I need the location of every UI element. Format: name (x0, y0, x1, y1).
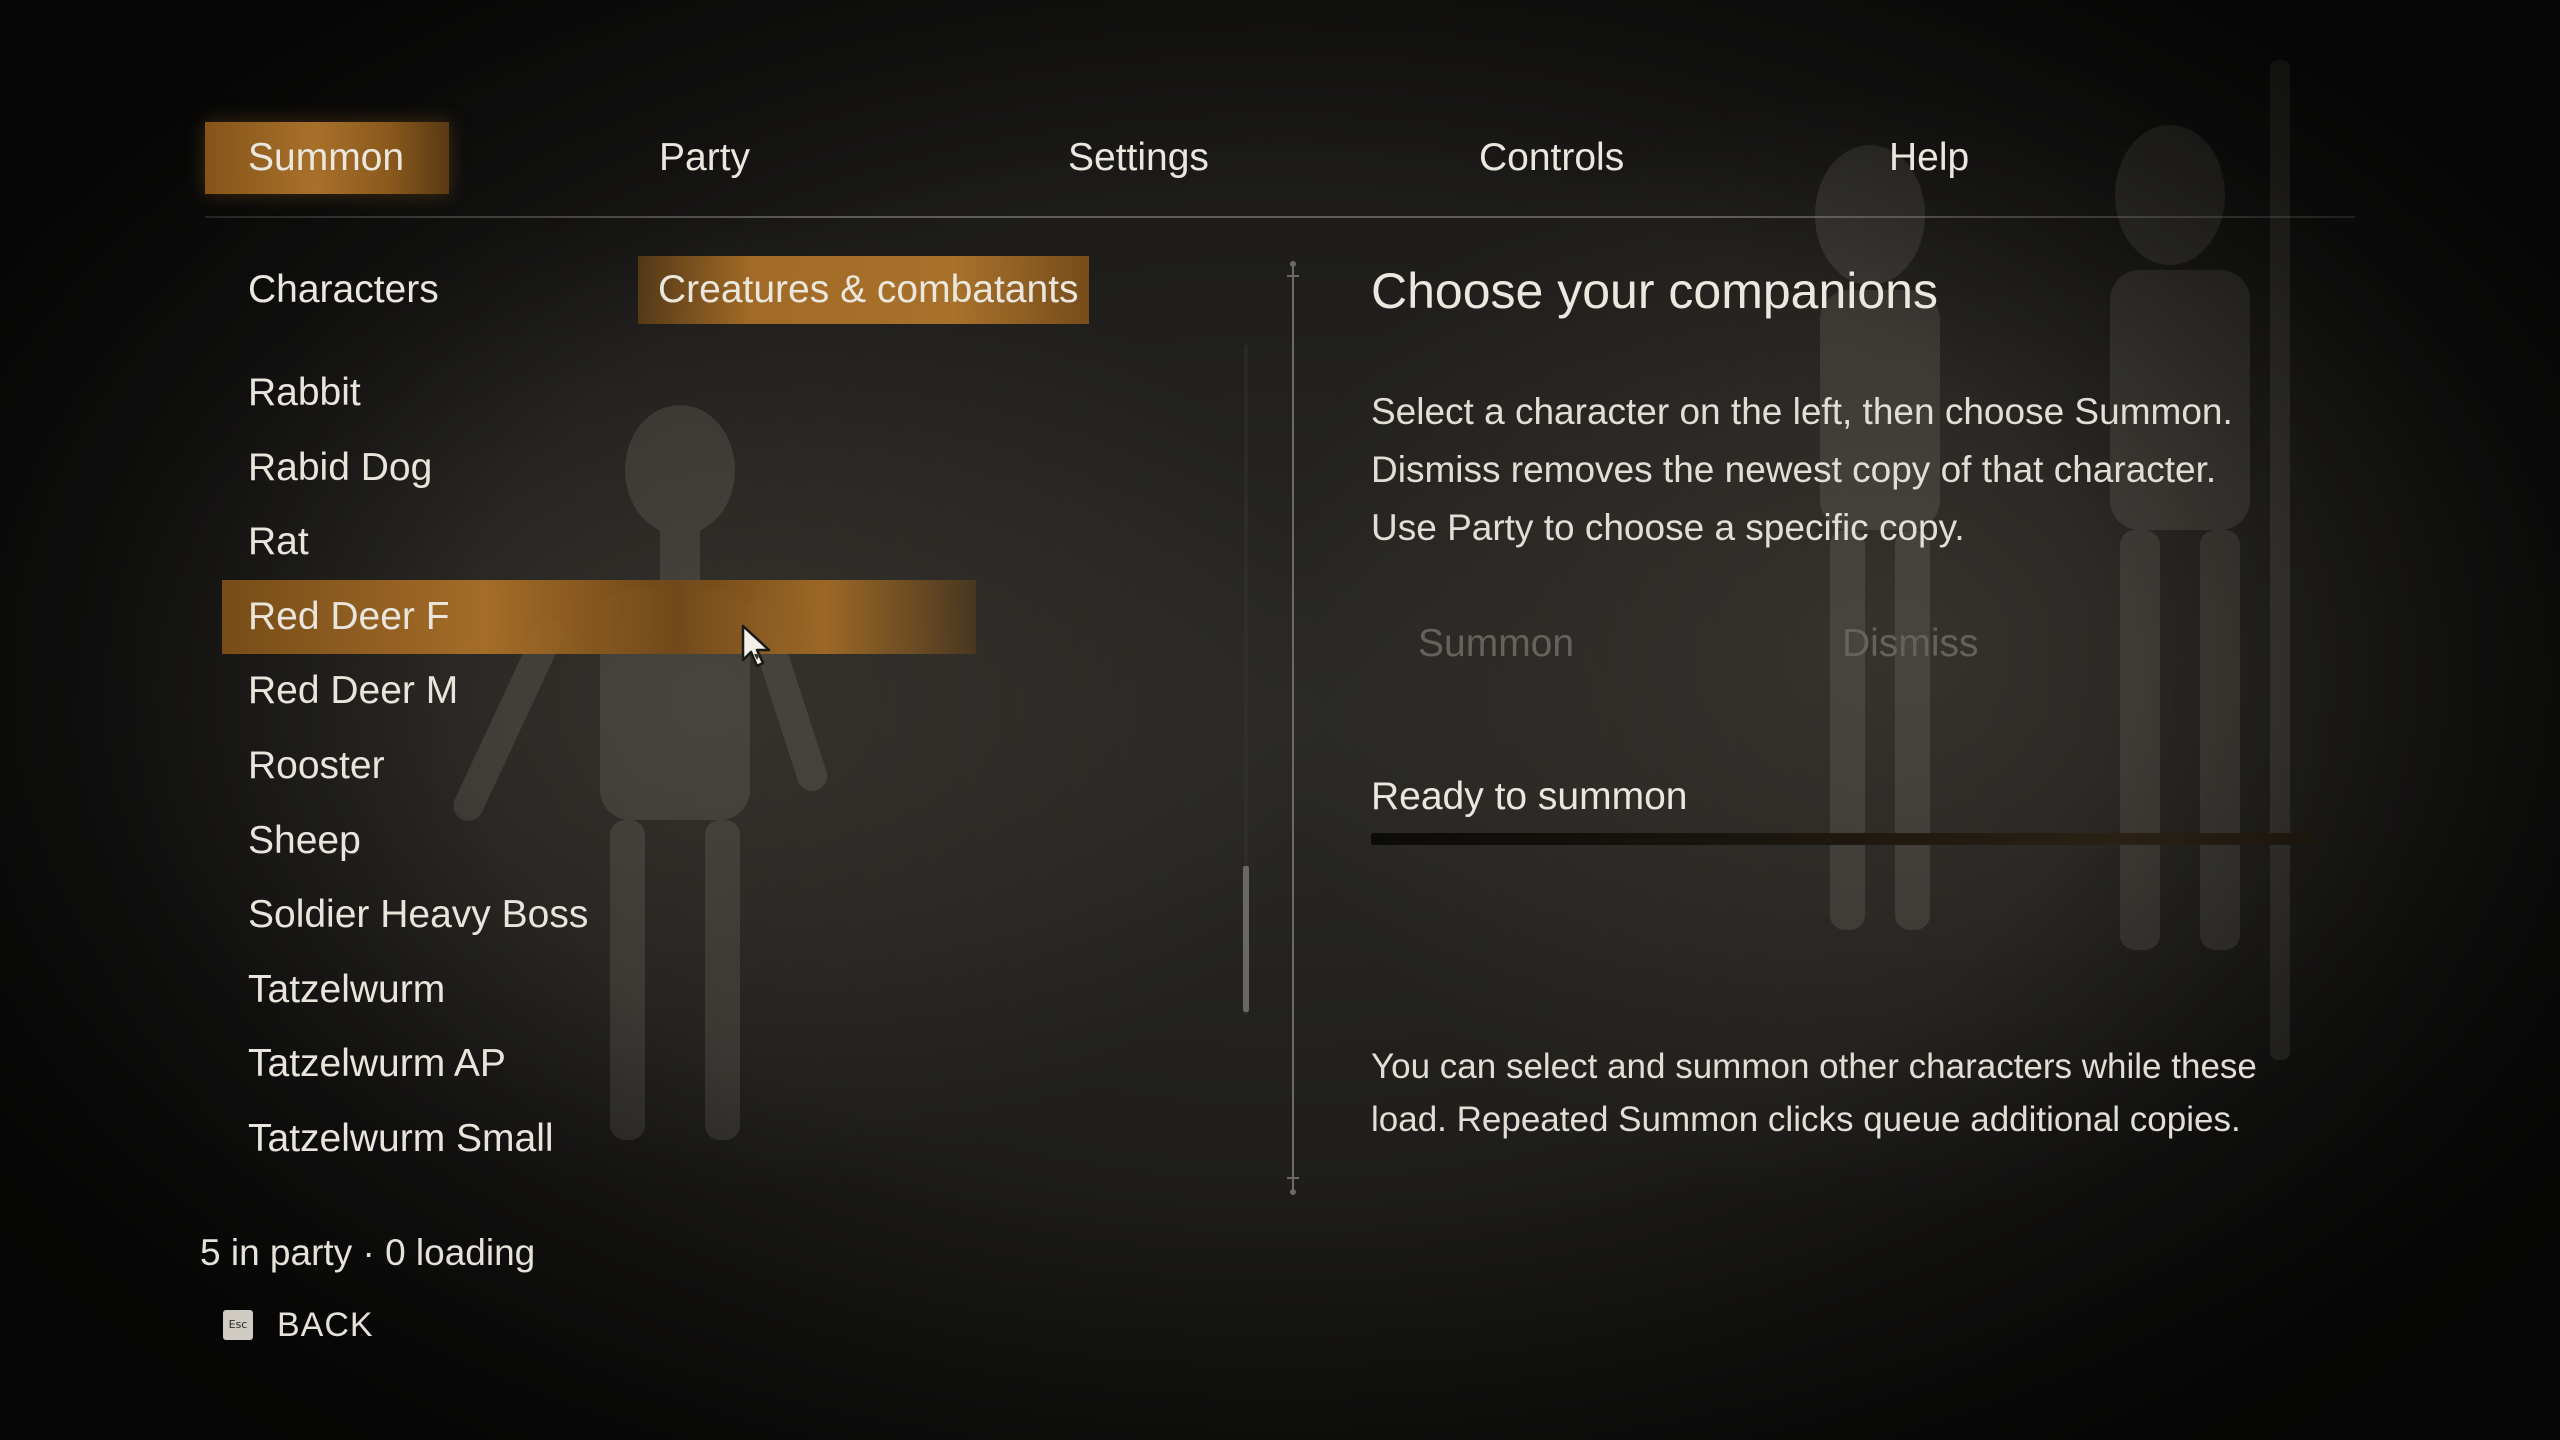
description-line: Use Party to choose a specific copy. (1371, 507, 1965, 548)
tab-help[interactable]: Help (1889, 122, 1969, 194)
description-line: Dismiss removes the newest copy of that … (1371, 449, 2217, 490)
top-tab-bar: Summon Party Settings Controls Help (205, 122, 2355, 194)
list-item[interactable]: Tatzelwurm Small (222, 1102, 1222, 1177)
back-label: BACK (277, 1305, 374, 1344)
party-status: 5 in party · 0 loading (200, 1232, 536, 1273)
tab-controls[interactable]: Controls (1479, 122, 1624, 194)
tab-summon[interactable]: Summon (205, 122, 450, 194)
panel-note: You can select and summon other characte… (1371, 1040, 2321, 1146)
summon-button[interactable]: Summon (1418, 622, 1574, 666)
character-list: Rabbit Rabid Dog Rat Red Deer F Red Deer… (222, 356, 1222, 1177)
list-scrollbar-thumb[interactable] (1243, 866, 1249, 1012)
esc-key-icon: Esc (223, 1310, 253, 1340)
filter-tab-creatures[interactable]: Creatures & combatants (638, 256, 1089, 324)
tab-bar-divider (205, 216, 2355, 218)
list-item[interactable]: Rooster (222, 729, 1222, 804)
dismiss-button[interactable]: Dismiss (1842, 622, 1978, 666)
panel-title: Choose your companions (1371, 263, 1938, 319)
tab-party[interactable]: Party (659, 122, 750, 194)
list-item[interactable]: Tatzelwurm AP (222, 1027, 1222, 1102)
list-item[interactable]: Soldier Heavy Boss (222, 878, 1222, 953)
list-item-selected[interactable]: Red Deer F (222, 579, 976, 655)
list-item[interactable]: Tatzelwurm (222, 953, 1222, 1028)
description-line: Select a character on the left, then cho… (1371, 391, 2233, 432)
tab-settings[interactable]: Settings (1068, 122, 1209, 194)
note-line: You can select and summon other characte… (1371, 1047, 2257, 1086)
list-item[interactable]: Red Deer M (222, 654, 1222, 729)
list-item[interactable]: Rabid Dog (222, 431, 1222, 506)
list-item[interactable]: Sheep (222, 804, 1222, 879)
panel-description: Select a character on the left, then cho… (1371, 383, 2321, 557)
summon-progress-bar (1371, 833, 2316, 845)
ornamental-divider (1287, 261, 1299, 1195)
note-line: load. Repeated Summon clicks queue addit… (1371, 1100, 2241, 1139)
list-item[interactable]: Rabbit (222, 356, 1222, 431)
mouse-cursor-icon (741, 624, 771, 668)
filter-tab-characters[interactable]: Characters (248, 256, 439, 324)
list-item[interactable]: Rat (222, 505, 1222, 580)
summon-status: Ready to summon (1371, 775, 1688, 818)
back-button[interactable]: Esc BACK (223, 1302, 374, 1348)
